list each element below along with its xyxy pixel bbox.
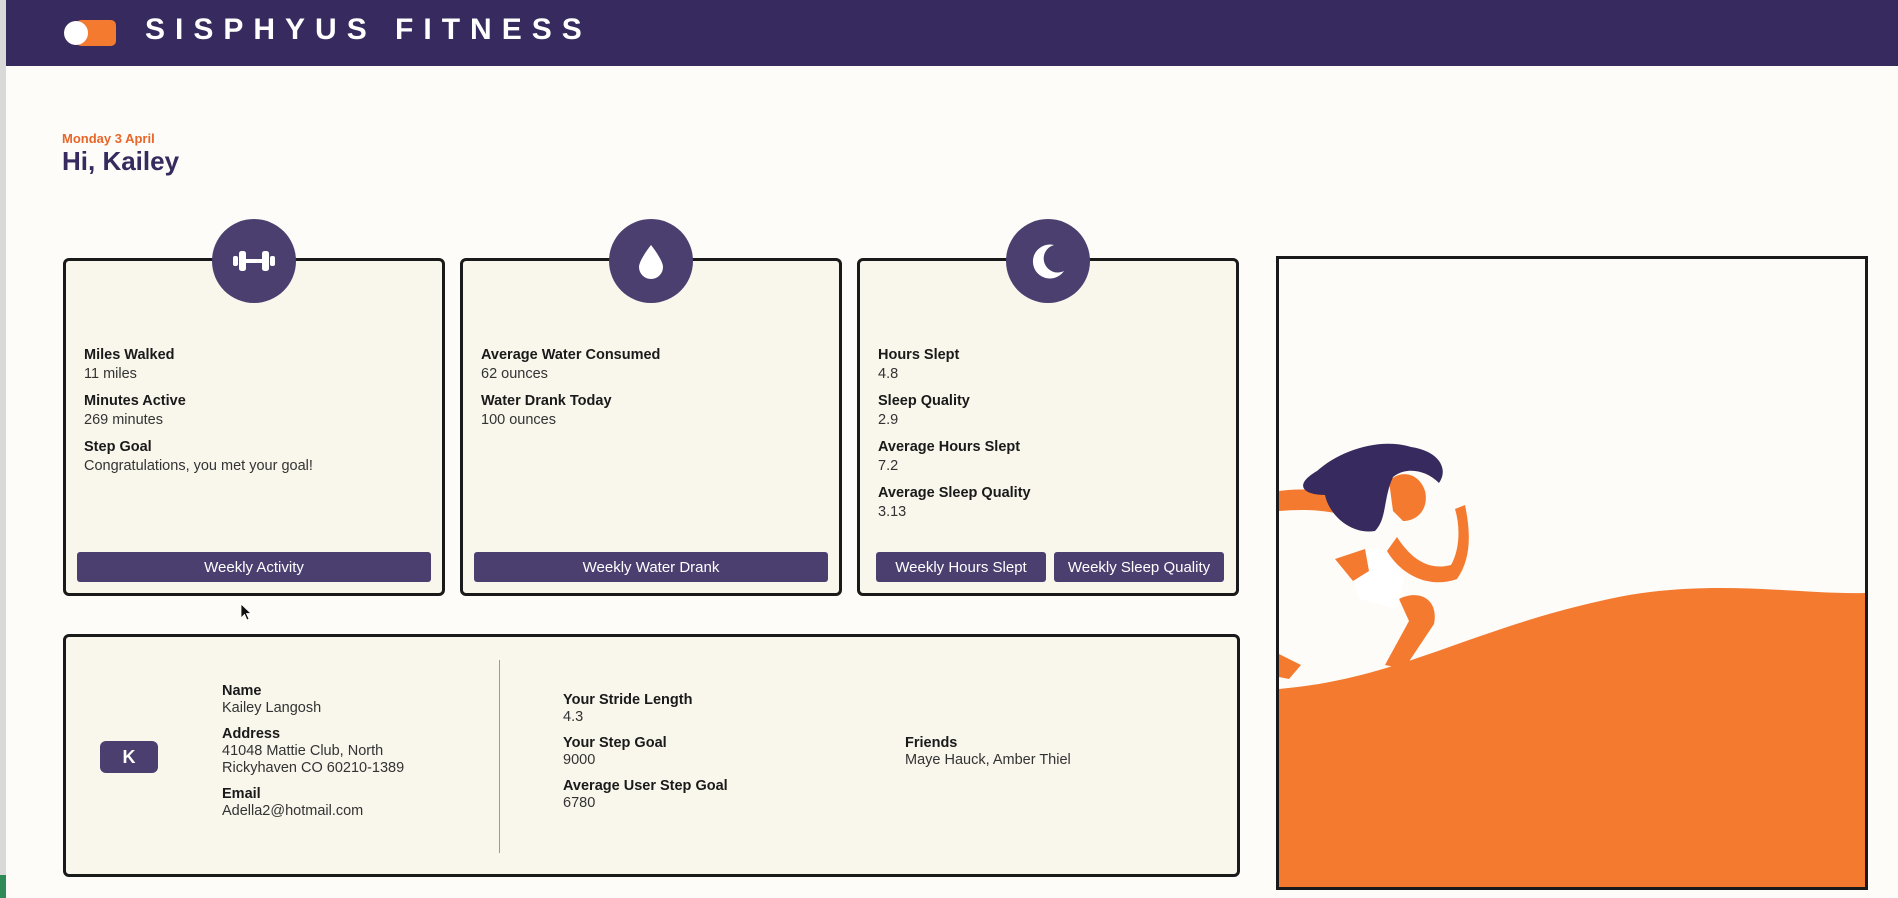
stat-value: 3.13: [878, 504, 907, 520]
logo-pill-icon: [64, 20, 116, 46]
runner-illustration-panel: [1276, 256, 1868, 890]
activity-stats: Miles Walked 11 miles Minutes Active 269…: [84, 346, 313, 484]
stat-label: Average Sleep Quality: [878, 485, 1031, 501]
stat-label: Hours Slept: [878, 347, 960, 363]
weekly-hours-slept-button[interactable]: Weekly Hours Slept: [876, 552, 1046, 582]
moon-icon: [1032, 244, 1064, 279]
stat-label: Water Drank Today: [481, 393, 612, 409]
stat-value: 6780: [563, 795, 596, 811]
stat-label: Average User Step Goal: [563, 778, 728, 794]
stat-label: Name: [222, 683, 262, 699]
profile-email: Email Adella2@hotmail.com: [222, 786, 404, 820]
sleep-icon-badge: [1006, 219, 1090, 303]
stat-label: Sleep Quality: [878, 393, 970, 409]
window-edge: [0, 0, 6, 898]
stat-value: 9000: [563, 752, 596, 768]
app-header: SISPHYUS FITNESS: [6, 0, 1898, 66]
water-icon-badge: [609, 219, 693, 303]
stat-value: 7.2: [878, 458, 899, 474]
activity-card: Miles Walked 11 miles Minutes Active 269…: [63, 258, 445, 596]
profile-name: Name Kailey Langosh: [222, 683, 404, 717]
profile-step-info: Your Stride Length 4.3 Your Step Goal 90…: [563, 692, 728, 821]
brand-title: SISPHYUS FITNESS: [145, 13, 592, 46]
stat-hours-slept: Hours Slept 4.8: [878, 346, 1031, 384]
weekly-sleep-quality-button[interactable]: Weekly Sleep Quality: [1054, 552, 1224, 582]
water-drop-icon: [639, 245, 663, 279]
profile-stride-length: Your Stride Length 4.3: [563, 692, 728, 726]
stat-value: 4.3: [563, 709, 584, 725]
weekly-water-button[interactable]: Weekly Water Drank: [474, 552, 828, 582]
stat-average-hours-slept: Average Hours Slept 7.2: [878, 438, 1031, 476]
stat-label: Email: [222, 786, 261, 802]
current-date: Monday 3 April: [62, 131, 155, 146]
stat-label: Address: [222, 726, 281, 742]
stat-label: Miles Walked: [84, 347, 175, 363]
stat-label: Your Step Goal: [563, 735, 667, 751]
profile-card: K Name Kailey Langosh Address 41048 Matt…: [63, 634, 1240, 877]
stat-label: Minutes Active: [84, 393, 186, 409]
stat-value: 11 miles: [84, 366, 137, 382]
stat-value: Congratulations, you met your goal!: [84, 458, 313, 474]
stat-value: 100 ounces: [481, 412, 556, 428]
stat-value: Adella2@hotmail.com: [222, 803, 364, 819]
sleep-card: Hours Slept 4.8 Sleep Quality 2.9 Averag…: [857, 258, 1239, 596]
weekly-activity-button[interactable]: Weekly Activity: [77, 552, 431, 582]
greeting-title: Hi, Kailey: [62, 146, 180, 176]
stat-water-today: Water Drank Today 100 ounces: [481, 392, 660, 430]
stat-average-water: Average Water Consumed 62 ounces: [481, 346, 660, 384]
profile-friends-info: Friends Maye Hauck, Amber Thiel: [905, 735, 1071, 778]
stat-label: Average Water Consumed: [481, 347, 661, 363]
stat-value: Kailey Langosh: [222, 700, 322, 716]
water-stats: Average Water Consumed 62 ounces Water D…: [481, 346, 660, 438]
activity-icon-badge: [212, 219, 296, 303]
stat-average-sleep-quality: Average Sleep Quality 3.13: [878, 484, 1031, 522]
profile-divider: [499, 660, 500, 853]
profile-average-step-goal: Average User Step Goal 6780: [563, 778, 728, 812]
address-line-1: 41048 Mattie Club, North: [222, 743, 384, 759]
profile-personal-info: Name Kailey Langosh Address 41048 Mattie…: [222, 683, 404, 829]
dumbbell-icon: [233, 251, 275, 271]
address-line-2: Rickyhaven CO 60210-1389: [222, 760, 405, 776]
stat-label: Average Hours Slept: [878, 439, 1021, 455]
stat-label: Friends: [905, 735, 958, 751]
sleep-stats: Hours Slept 4.8 Sleep Quality 2.9 Averag…: [878, 346, 1031, 530]
stat-step-goal: Step Goal Congratulations, you met your …: [84, 438, 313, 476]
water-card: Average Water Consumed 62 ounces Water D…: [460, 258, 842, 596]
stat-value: 2.9: [878, 412, 899, 428]
stat-sleep-quality: Sleep Quality 2.9: [878, 392, 1031, 430]
avatar: K: [100, 741, 158, 773]
stat-value: 62 ounces: [481, 366, 548, 382]
profile-address: Address 41048 Mattie Club, North Rickyha…: [222, 726, 404, 777]
stat-minutes-active: Minutes Active 269 minutes: [84, 392, 313, 430]
mouse-cursor-icon: [240, 603, 252, 621]
stat-miles-walked: Miles Walked 11 miles: [84, 346, 313, 384]
stat-label: Your Stride Length: [563, 692, 693, 708]
stat-value: 4.8: [878, 366, 899, 382]
stat-value: 269 minutes: [84, 412, 163, 428]
window-edge-accent: [0, 875, 6, 898]
profile-step-goal: Your Step Goal 9000: [563, 735, 728, 769]
runner-illustration: [1279, 443, 1865, 887]
stat-value: Maye Hauck, Amber Thiel: [905, 752, 1071, 768]
stat-label: Step Goal: [84, 439, 152, 455]
profile-friends: Friends Maye Hauck, Amber Thiel: [905, 735, 1071, 769]
